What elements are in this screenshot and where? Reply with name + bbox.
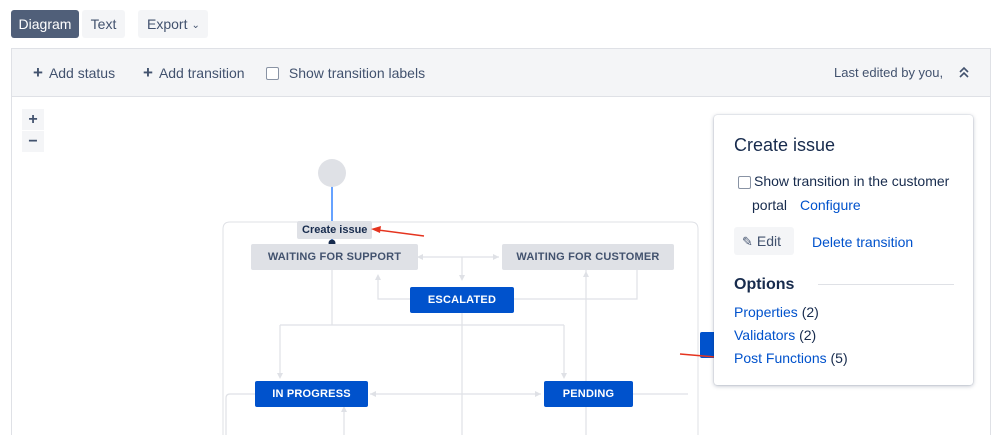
configure-link[interactable]: Configure [800,197,861,213]
show-labels-toggle[interactable]: Show transition labels [266,49,425,98]
workflow-toolbar: + Add status + Add transition Show transit… [11,48,991,97]
add-transition-label: Add transition [158,65,245,81]
view-tabs: Diagram Text Export ⌄ [11,10,211,39]
validators-count: (2) [799,327,817,343]
add-status-button[interactable]: + Add status [33,49,115,98]
transition-details-panel: Create issue Show transition in the cust… [714,115,973,385]
post-functions-count: (5) [830,350,848,366]
options-title: Options [734,276,795,293]
collapse-icon[interactable] [958,64,970,80]
properties-link[interactable]: Properties [734,304,798,320]
option-post-functions: Post Functions (5) [734,350,848,366]
tab-text[interactable]: Text [82,10,125,38]
option-validators: Validators (2) [734,327,816,343]
start-node [318,159,346,187]
post-functions-link[interactable]: Post Functions [734,350,827,366]
option-properties: Properties (2) [734,304,819,320]
plus-icon: + [33,63,43,82]
status-waiting-for-customer[interactable]: WAITING FOR CUSTOMER [502,244,674,270]
pencil-icon: ✎ [742,234,753,249]
add-status-label: Add status [48,65,116,81]
show-labels-label: Show transition labels [288,65,426,81]
chevron-down-icon: ⌄ [191,20,200,31]
status-waiting-for-support[interactable]: WAITING FOR SUPPORT [251,244,418,270]
status-escalated[interactable]: ESCALATED [410,287,514,313]
export-label: Export [147,16,188,32]
delete-transition-link[interactable]: Delete transition [812,234,913,250]
last-edited-text: Last edited by you, [834,65,944,80]
customer-portal-checkbox[interactable] [738,176,751,189]
show-labels-checkbox[interactable] [266,66,279,80]
portal-label-line1: Show transition in the customer [754,173,950,189]
validators-link[interactable]: Validators [734,327,795,343]
portal-label-line2: portal [752,197,788,213]
properties-count: (2) [801,304,819,320]
edit-label: Edit [756,233,782,249]
status-in-progress[interactable]: IN PROGRESS [255,381,368,407]
status-pending[interactable]: PENDING [544,381,633,407]
tab-diagram[interactable]: Diagram [11,10,79,38]
add-transition-button[interactable]: + Add transition [143,49,245,98]
panel-title: Create issue [734,135,836,155]
export-dropdown[interactable]: Export ⌄ [138,10,208,38]
plus-icon: + [143,63,153,82]
edit-button[interactable]: ✎ Edit [734,227,794,255]
transition-label-create-issue[interactable]: Create issue [297,221,373,239]
